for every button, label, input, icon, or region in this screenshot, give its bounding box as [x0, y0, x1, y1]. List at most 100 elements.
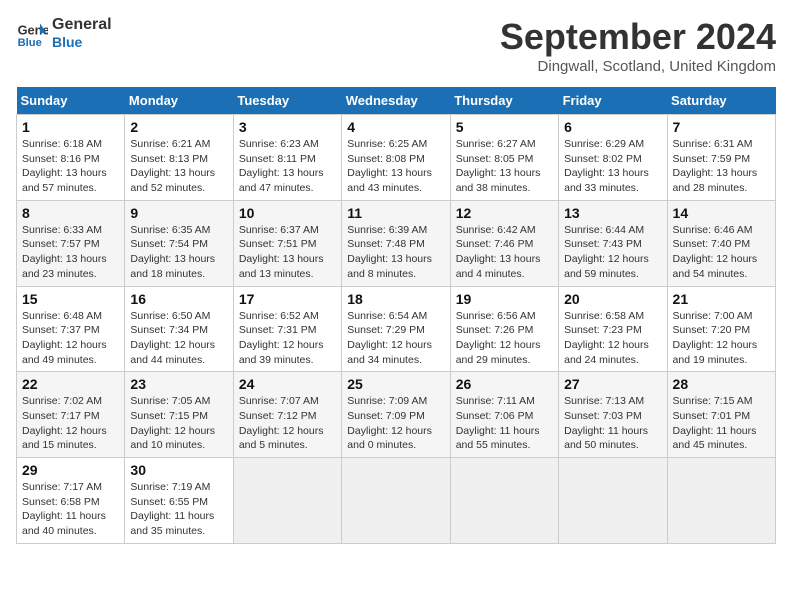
day-number: 18	[347, 291, 444, 307]
calendar-cell	[559, 458, 667, 544]
day-info: Sunrise: 6:29 AM Sunset: 8:02 PM Dayligh…	[564, 137, 661, 196]
calendar-cell: 6 Sunrise: 6:29 AM Sunset: 8:02 PM Daylig…	[559, 115, 667, 201]
day-number: 23	[130, 376, 227, 392]
day-info: Sunrise: 6:25 AM Sunset: 8:08 PM Dayligh…	[347, 137, 444, 196]
day-number: 14	[673, 205, 770, 221]
day-info: Sunrise: 7:19 AM Sunset: 6:55 PM Dayligh…	[130, 480, 227, 539]
calendar-cell: 4Sunrise: 6:25 AM Sunset: 8:08 PM Daylig…	[342, 115, 450, 201]
day-number: 7	[673, 119, 770, 135]
calendar-header-row: SundayMondayTuesdayWednesdayThursdayFrid…	[17, 87, 776, 115]
day-number: 28	[673, 376, 770, 392]
day-number: 22	[22, 376, 119, 392]
day-info: Sunrise: 6:50 AM Sunset: 7:34 PM Dayligh…	[130, 309, 227, 368]
calendar-cell	[450, 458, 558, 544]
calendar-cell: 2Sunrise: 6:21 AM Sunset: 8:13 PM Daylig…	[125, 115, 233, 201]
day-info: Sunrise: 6:52 AM Sunset: 7:31 PM Dayligh…	[239, 309, 336, 368]
weekday-header-saturday: Saturday	[667, 87, 775, 115]
day-number: 11	[347, 205, 444, 221]
calendar-cell: 21Sunrise: 7:00 AM Sunset: 7:20 PM Dayli…	[667, 286, 775, 372]
logo-line1: General	[52, 16, 112, 34]
weekday-header-tuesday: Tuesday	[233, 87, 341, 115]
calendar-cell: 22 Sunrise: 7:02 AM Sunset: 7:17 PM Dayli…	[17, 372, 125, 458]
calendar-cell: 20 Sunrise: 6:58 AM Sunset: 7:23 PM Dayli…	[559, 286, 667, 372]
day-info: Sunrise: 6:37 AM Sunset: 7:51 PM Dayligh…	[239, 223, 336, 282]
day-number: 13	[564, 205, 661, 221]
calendar-cell: 18 Sunrise: 6:54 AM Sunset: 7:29 PM Dayli…	[342, 286, 450, 372]
day-info: Sunrise: 6:21 AM Sunset: 8:13 PM Dayligh…	[130, 137, 227, 196]
calendar-cell: 19 Sunrise: 6:56 AM Sunset: 7:26 PM Dayli…	[450, 286, 558, 372]
calendar-body: 1 Sunrise: 6:18 AM Sunset: 8:16 PM Daylig…	[17, 115, 776, 544]
day-info: Sunrise: 6:54 AM Sunset: 7:29 PM Dayligh…	[347, 309, 444, 368]
day-info: Sunrise: 6:58 AM Sunset: 7:23 PM Dayligh…	[564, 309, 661, 368]
logo-icon: General Blue	[16, 17, 48, 49]
calendar-cell: 9 Sunrise: 6:35 AM Sunset: 7:54 PM Daylig…	[125, 200, 233, 286]
day-number: 9	[130, 205, 227, 221]
day-info: Sunrise: 7:00 AM Sunset: 7:20 PM Dayligh…	[673, 309, 770, 368]
day-number: 30	[130, 462, 227, 478]
calendar-cell: 3 Sunrise: 6:23 AM Sunset: 8:11 PM Daylig…	[233, 115, 341, 201]
calendar-cell: 29 Sunrise: 7:17 AM Sunset: 6:58 PM Dayli…	[17, 458, 125, 544]
weekday-header-friday: Friday	[559, 87, 667, 115]
day-info: Sunrise: 7:02 AM Sunset: 7:17 PM Dayligh…	[22, 394, 119, 453]
calendar-table: SundayMondayTuesdayWednesdayThursdayFrid…	[16, 87, 776, 544]
calendar-cell: 1 Sunrise: 6:18 AM Sunset: 8:16 PM Daylig…	[17, 115, 125, 201]
day-number: 10	[239, 205, 336, 221]
calendar-cell: 17 Sunrise: 6:52 AM Sunset: 7:31 PM Dayli…	[233, 286, 341, 372]
weekday-header-monday: Monday	[125, 87, 233, 115]
day-number: 26	[456, 376, 553, 392]
day-number: 20	[564, 291, 661, 307]
calendar-cell: 26 Sunrise: 7:11 AM Sunset: 7:06 PM Dayli…	[450, 372, 558, 458]
day-number: 27	[564, 376, 661, 392]
calendar-cell	[342, 458, 450, 544]
calendar-cell: 12 Sunrise: 6:42 AM Sunset: 7:46 PM Dayli…	[450, 200, 558, 286]
calendar-cell: 8 Sunrise: 6:33 AM Sunset: 7:57 PM Daylig…	[17, 200, 125, 286]
day-info: Sunrise: 7:17 AM Sunset: 6:58 PM Dayligh…	[22, 480, 119, 539]
day-info: Sunrise: 7:07 AM Sunset: 7:12 PM Dayligh…	[239, 394, 336, 453]
day-number: 19	[456, 291, 553, 307]
weekday-header-thursday: Thursday	[450, 87, 558, 115]
day-number: 16	[130, 291, 227, 307]
day-info: Sunrise: 6:23 AM Sunset: 8:11 PM Dayligh…	[239, 137, 336, 196]
day-number: 12	[456, 205, 553, 221]
day-info: Sunrise: 6:27 AM Sunset: 8:05 PM Dayligh…	[456, 137, 553, 196]
day-info: Sunrise: 7:11 AM Sunset: 7:06 PM Dayligh…	[456, 394, 553, 453]
day-info: Sunrise: 7:05 AM Sunset: 7:15 PM Dayligh…	[130, 394, 227, 453]
calendar-cell: 15 Sunrise: 6:48 AM Sunset: 7:37 PM Dayli…	[17, 286, 125, 372]
calendar-cell: 14 Sunrise: 6:46 AM Sunset: 7:40 PM Dayli…	[667, 200, 775, 286]
day-info: Sunrise: 6:35 AM Sunset: 7:54 PM Dayligh…	[130, 223, 227, 282]
calendar-week-2: 8 Sunrise: 6:33 AM Sunset: 7:57 PM Daylig…	[17, 200, 776, 286]
day-info: Sunrise: 6:31 AM Sunset: 7:59 PM Dayligh…	[673, 137, 770, 196]
day-info: Sunrise: 7:15 AM Sunset: 7:01 PM Dayligh…	[673, 394, 770, 453]
calendar-cell: 30 Sunrise: 7:19 AM Sunset: 6:55 PM Dayli…	[125, 458, 233, 544]
calendar-cell: 27 Sunrise: 7:13 AM Sunset: 7:03 PM Dayli…	[559, 372, 667, 458]
day-info: Sunrise: 6:18 AM Sunset: 8:16 PM Dayligh…	[22, 137, 119, 196]
day-number: 29	[22, 462, 119, 478]
day-info: Sunrise: 6:56 AM Sunset: 7:26 PM Dayligh…	[456, 309, 553, 368]
day-info: Sunrise: 7:09 AM Sunset: 7:09 PM Dayligh…	[347, 394, 444, 453]
day-info: Sunrise: 7:13 AM Sunset: 7:03 PM Dayligh…	[564, 394, 661, 453]
day-number: 17	[239, 291, 336, 307]
day-info: Sunrise: 6:39 AM Sunset: 7:48 PM Dayligh…	[347, 223, 444, 282]
calendar-cell: 25Sunrise: 7:09 AM Sunset: 7:09 PM Dayli…	[342, 372, 450, 458]
calendar-cell: 28 Sunrise: 7:15 AM Sunset: 7:01 PM Dayli…	[667, 372, 775, 458]
month-title: September 2024	[500, 16, 776, 58]
day-info: Sunrise: 6:48 AM Sunset: 7:37 PM Dayligh…	[22, 309, 119, 368]
day-info: Sunrise: 6:33 AM Sunset: 7:57 PM Dayligh…	[22, 223, 119, 282]
logo-line2: Blue	[52, 34, 112, 50]
day-number: 3	[239, 119, 336, 135]
day-number: 5	[456, 119, 553, 135]
calendar-cell: 24Sunrise: 7:07 AM Sunset: 7:12 PM Dayli…	[233, 372, 341, 458]
day-info: Sunrise: 6:46 AM Sunset: 7:40 PM Dayligh…	[673, 223, 770, 282]
calendar-cell: 10 Sunrise: 6:37 AM Sunset: 7:51 PM Dayli…	[233, 200, 341, 286]
day-number: 1	[22, 119, 119, 135]
svg-text:Blue: Blue	[18, 37, 42, 49]
calendar-cell	[233, 458, 341, 544]
page-header: General Blue General Blue September 2024…	[16, 16, 776, 75]
day-number: 8	[22, 205, 119, 221]
calendar-week-4: 22 Sunrise: 7:02 AM Sunset: 7:17 PM Dayli…	[17, 372, 776, 458]
day-info: Sunrise: 6:42 AM Sunset: 7:46 PM Dayligh…	[456, 223, 553, 282]
calendar-week-5: 29 Sunrise: 7:17 AM Sunset: 6:58 PM Dayli…	[17, 458, 776, 544]
day-number: 15	[22, 291, 119, 307]
calendar-week-1: 1 Sunrise: 6:18 AM Sunset: 8:16 PM Daylig…	[17, 115, 776, 201]
day-number: 6	[564, 119, 661, 135]
